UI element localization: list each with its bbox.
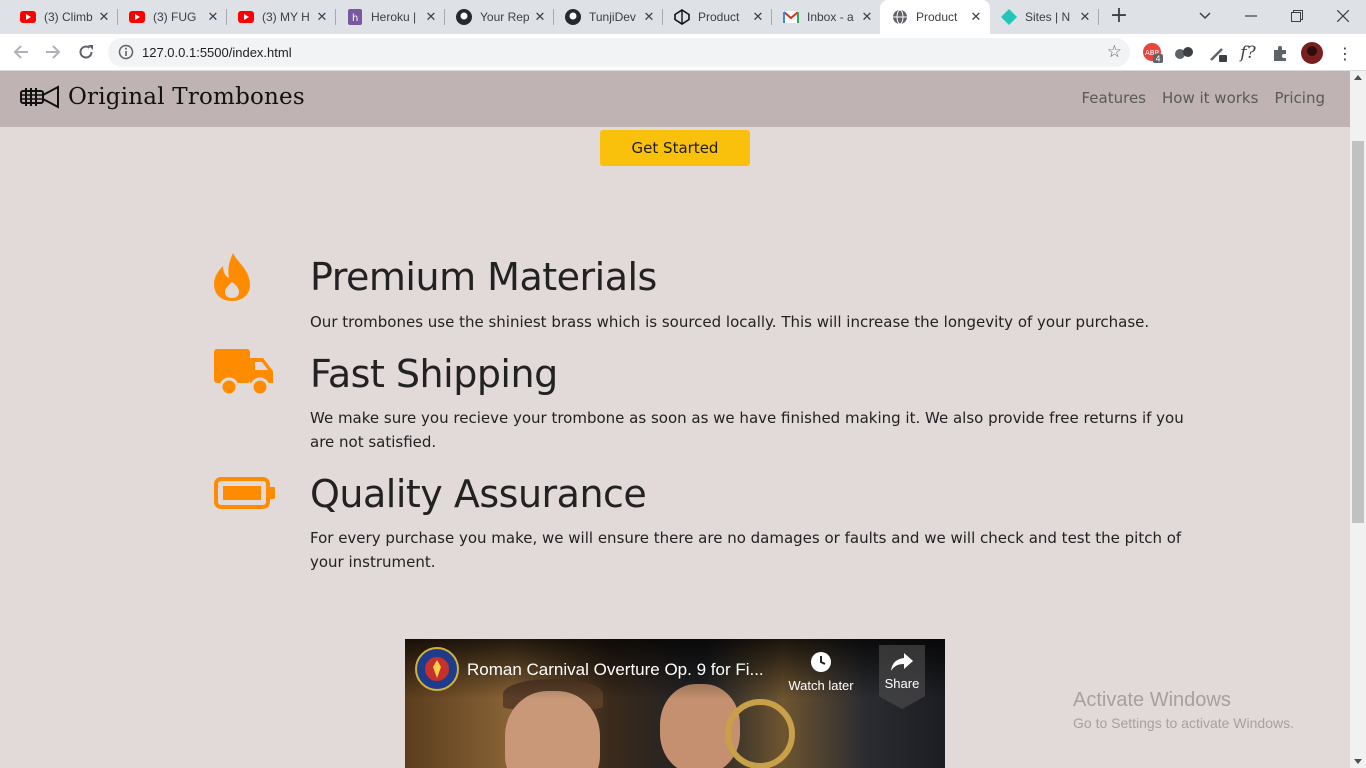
channel-emblem-icon (425, 657, 449, 681)
video-title[interactable]: Roman Carnival Overture Op. 9 for Fi... (467, 660, 777, 680)
battery-icon (214, 477, 275, 509)
codepen-icon (674, 9, 690, 25)
back-button[interactable] (9, 40, 33, 64)
channel-avatar[interactable] (415, 647, 459, 691)
nav-link-pricing[interactable]: Pricing (1274, 89, 1325, 107)
browser-tab[interactable]: Your Rep ✕ (444, 0, 554, 34)
scrollbar-thumb[interactable] (1352, 141, 1364, 523)
tab-title: Inbox - a (807, 10, 854, 24)
close-tab-icon[interactable]: ✕ (641, 9, 657, 25)
scroll-up-arrow[interactable] (1354, 75, 1362, 80)
tab-title: Product (916, 10, 958, 24)
close-tab-icon[interactable]: ✕ (532, 9, 548, 25)
bookmark-star-icon[interactable]: ☆ (1107, 42, 1122, 62)
browser-tab[interactable]: Inbox - a ✕ (771, 0, 881, 34)
feature-title: Fast Shipping (310, 352, 558, 396)
tab-title: Heroku | (371, 10, 417, 24)
adblock-extension-icon[interactable]: ABP 4 (1142, 42, 1164, 64)
watch-later-label: Watch later (788, 678, 854, 693)
close-tab-icon[interactable]: ✕ (96, 9, 112, 25)
youtube-icon (129, 9, 145, 25)
restore-button[interactable] (1274, 0, 1320, 32)
tab-title: Product (698, 10, 740, 24)
browser-tab[interactable]: (3) FUG ✕ (117, 0, 227, 34)
heroku-icon: h (347, 9, 363, 25)
close-tab-icon[interactable]: ✕ (1077, 9, 1093, 25)
browser-tab[interactable]: Sites | N ✕ (989, 0, 1099, 34)
close-tab-icon[interactable]: ✕ (859, 9, 875, 25)
new-tab-button[interactable]: + (1108, 5, 1130, 28)
nav-link-how-it-works[interactable]: How it works (1162, 89, 1258, 107)
share-button[interactable]: Share (879, 645, 925, 709)
watch-later-button[interactable]: Watch later (777, 651, 865, 693)
clock-icon (811, 652, 831, 672)
browser-tab[interactable]: (3) Climb ✕ (8, 0, 118, 34)
site-logo[interactable]: Original Trombones (20, 84, 305, 110)
gmail-icon (783, 9, 799, 25)
github-icon (456, 9, 472, 25)
nav-link-features[interactable]: Features (1082, 89, 1147, 107)
svg-text:h: h (352, 13, 358, 24)
tab-title: Your Rep (480, 10, 530, 24)
site-nav: Features How it works Pricing (1082, 89, 1326, 107)
fire-icon (214, 253, 250, 301)
youtube-icon (20, 9, 36, 25)
page-viewport: Original Trombones Features How it works… (0, 71, 1350, 768)
windows-activation-watermark: Activate Windows Go to Settings to activ… (1073, 689, 1294, 731)
extension-icon[interactable] (1173, 42, 1195, 64)
close-window-button[interactable] (1320, 0, 1366, 32)
tab-title: (3) FUG (153, 10, 197, 24)
netlify-icon (1001, 9, 1017, 25)
site-header: Original Trombones Features How it works… (0, 71, 1350, 127)
browser-menu-icon[interactable]: ⋮ (1334, 42, 1356, 64)
tab-title: Sites | N (1025, 10, 1071, 24)
svg-text:4: 4 (1156, 55, 1161, 64)
browser-tab-active[interactable]: Product ✕ (880, 0, 990, 34)
tab-title: (3) MY H (262, 10, 310, 24)
close-tab-icon[interactable]: ✕ (750, 9, 766, 25)
browser-tab[interactable]: TunjiDev ✕ (553, 0, 663, 34)
browser-tab[interactable]: h Heroku | ✕ (335, 0, 445, 34)
feature-description: Our trombones use the shiniest brass whi… (310, 313, 1150, 331)
trombone-logo-icon (20, 85, 59, 109)
reload-button[interactable] (74, 40, 98, 64)
feature-description: We make sure you recieve your trombone a… (310, 409, 1184, 451)
youtube-video-embed[interactable]: Roman Carnival Overture Op. 9 for Fi... … (405, 639, 945, 768)
minimize-button[interactable] (1228, 0, 1274, 32)
browser-toolbar: 127.0.0.1:5500/index.html ☆ ABP 4 f? ⋮ (0, 34, 1366, 71)
feature-title: Quality Assurance (310, 472, 647, 516)
address-bar[interactable]: 127.0.0.1:5500/index.html ☆ (108, 38, 1130, 67)
eyedropper-extension-icon[interactable] (1207, 42, 1229, 64)
forward-button[interactable] (41, 40, 65, 64)
page-scrollbar[interactable] (1350, 71, 1366, 768)
globe-icon (892, 9, 908, 25)
browser-tabstrip: (3) Climb ✕ (3) FUG ✕ (3) MY H ✕ h Herok… (0, 0, 1366, 34)
logo-text: Original Trombones (68, 84, 305, 110)
close-tab-icon[interactable]: ✕ (205, 9, 221, 25)
url-text: 127.0.0.1:5500/index.html (142, 45, 292, 60)
font-identifier-icon[interactable]: f? (1237, 42, 1259, 64)
share-arrow-icon (891, 653, 913, 671)
browser-tab[interactable]: (3) MY H ✕ (226, 0, 336, 34)
tab-search-icon[interactable] (1182, 0, 1228, 32)
share-label: Share (884, 676, 920, 691)
feature-description: For every purchase you make, we will ens… (310, 529, 1182, 571)
tab-title: TunjiDev (589, 10, 636, 24)
scroll-down-arrow[interactable] (1354, 759, 1362, 764)
github-icon (565, 9, 581, 25)
site-info-icon[interactable] (118, 44, 134, 60)
truck-icon (214, 349, 273, 397)
feature-title: Premium Materials (310, 255, 657, 299)
tab-title: (3) Climb (44, 10, 93, 24)
close-tab-icon[interactable]: ✕ (423, 9, 439, 25)
close-tab-icon[interactable]: ✕ (314, 9, 330, 25)
close-tab-icon[interactable]: ✕ (968, 9, 984, 25)
browser-tab[interactable]: Product ✕ (662, 0, 772, 34)
youtube-icon (238, 9, 254, 25)
get-started-button[interactable]: Get Started (600, 130, 750, 166)
profile-avatar[interactable] (1301, 42, 1323, 64)
extensions-puzzle-icon[interactable] (1269, 42, 1291, 64)
